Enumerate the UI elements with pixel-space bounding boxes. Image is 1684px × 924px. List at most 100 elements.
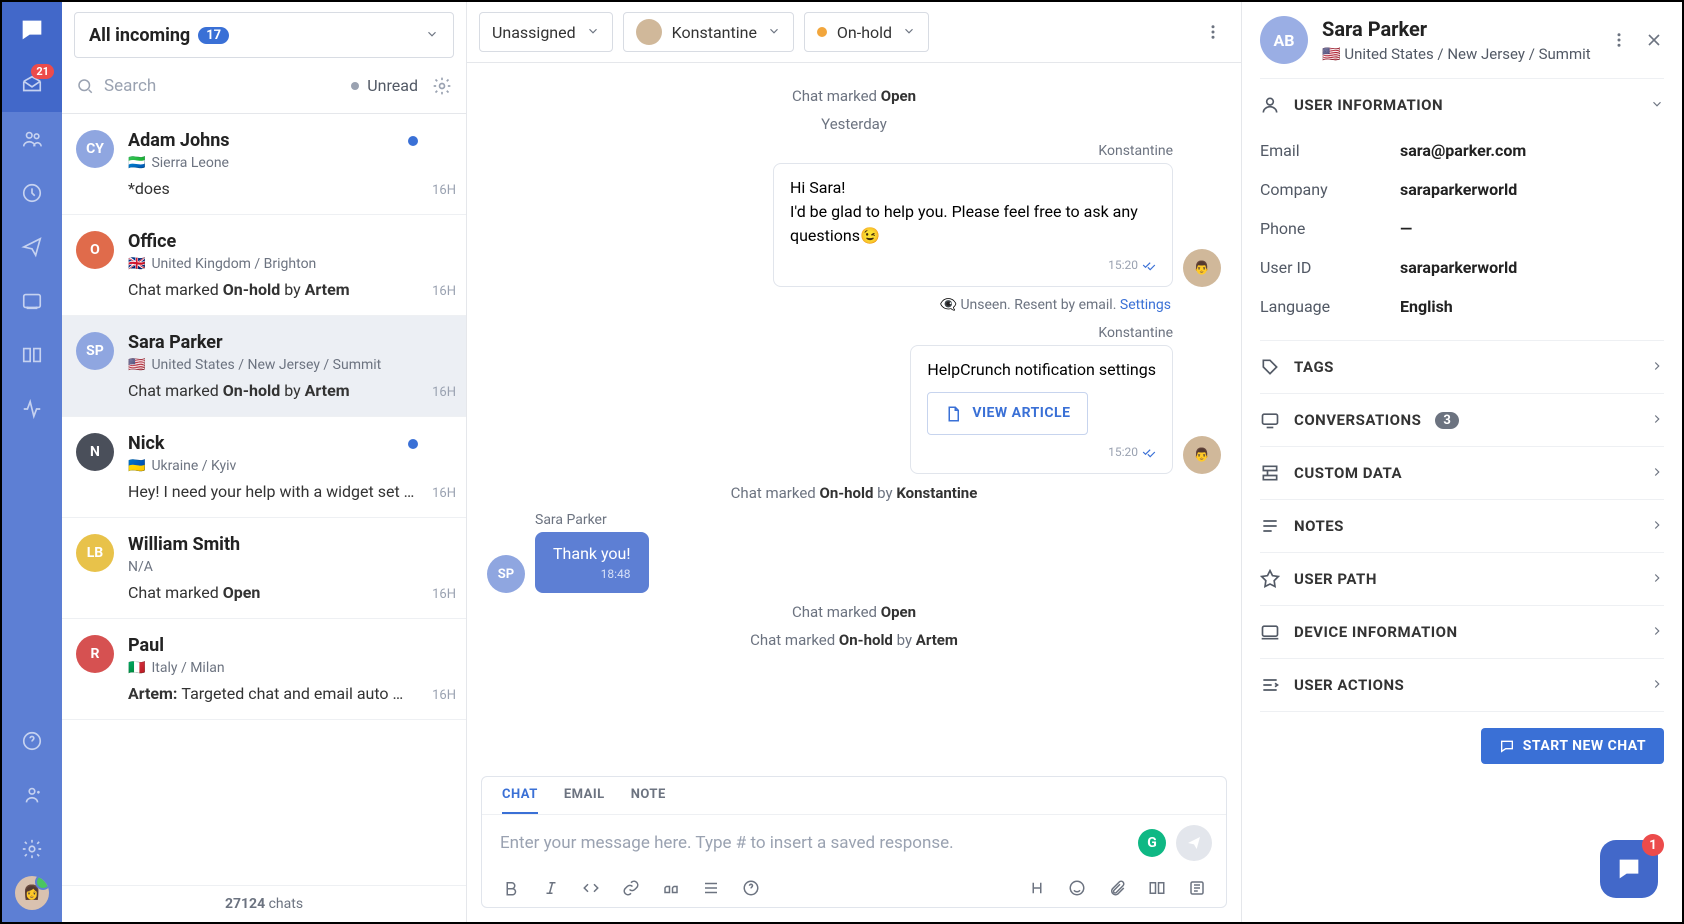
avatar: R	[76, 635, 114, 673]
sender-label: Konstantine	[910, 325, 1173, 341]
sidebar-nav: 21 👩	[2, 2, 62, 922]
agent-avatar-icon	[636, 19, 662, 45]
start-new-chat-button[interactable]: START NEW CHAT	[1481, 728, 1664, 764]
user-message: SP Sara Parker Thank you! 18:48	[487, 512, 1221, 593]
chevron-right-icon	[1650, 517, 1664, 536]
grammarly-icon[interactable]: G	[1138, 829, 1166, 857]
conv-name: Adam Johns	[128, 130, 230, 151]
app-logo[interactable]	[2, 2, 62, 58]
conversation-item[interactable]: CYAdam Johns🇸🇱Sierra Leone*does16H	[62, 114, 466, 215]
section-custom data[interactable]: CUSTOM DATA	[1260, 447, 1664, 499]
section-conversations[interactable]: CONVERSATIONS3	[1260, 394, 1664, 446]
help-icon[interactable]	[742, 879, 760, 897]
saved-response-icon[interactable]	[1028, 879, 1046, 897]
system-line: Chat marked On-hold by Artem	[487, 631, 1221, 649]
tab-email[interactable]: EMAIL	[564, 787, 605, 814]
conv-location: 🇬🇧United Kingdom / Brighton	[128, 256, 424, 272]
composer-toolbar	[482, 871, 1226, 907]
attachment-icon[interactable]	[1108, 879, 1126, 897]
agent-message: Konstantine Hi Sara! I'd be glad to help…	[487, 143, 1221, 287]
kb-icon[interactable]	[1148, 879, 1166, 897]
avatar: N	[76, 433, 114, 471]
unread-filter[interactable]: Unread	[351, 76, 418, 95]
tab-chat[interactable]: CHAT	[502, 787, 538, 814]
section-notes[interactable]: NOTES	[1260, 500, 1664, 552]
section-tags[interactable]: TAGS	[1260, 341, 1664, 393]
message-input[interactable]	[496, 823, 1138, 863]
chat-body[interactable]: Chat marked Open Yesterday Konstantine H…	[467, 63, 1241, 766]
agent-message: Konstantine HelpCrunch notification sett…	[487, 325, 1221, 474]
send-button[interactable]	[1176, 825, 1212, 861]
conv-preview: Chat marked Open	[128, 583, 424, 602]
user-name: Sara Parker	[1322, 17, 1591, 41]
status-dot-icon	[351, 82, 359, 90]
conversation-item[interactable]: SPSara Parker🇺🇸United States / New Jerse…	[62, 316, 466, 417]
nav-activity[interactable]	[2, 382, 62, 436]
more-icon[interactable]	[1197, 16, 1229, 48]
more-icon[interactable]	[1610, 31, 1628, 49]
emoji-icon[interactable]	[1068, 879, 1086, 897]
avatar: LB	[76, 534, 114, 572]
conversation-list[interactable]: CYAdam Johns🇸🇱Sierra Leone*does16HOOffic…	[62, 114, 466, 885]
nav-kb[interactable]	[2, 328, 62, 382]
search-row: Unread	[62, 58, 466, 114]
view-article-button[interactable]: VIEW ARTICLE	[927, 392, 1087, 435]
section-user-info[interactable]: USER INFORMATION	[1260, 79, 1664, 131]
chevron-down-icon	[767, 23, 781, 42]
assign-dropdown[interactable]: Unassigned	[479, 12, 613, 52]
nav-inbox[interactable]: 21	[2, 58, 62, 112]
conv-name: Sara Parker	[128, 332, 223, 353]
unseen-notice: 👁‍🗨 Unseen. Resent by email. Settings	[487, 297, 1171, 313]
chevron-down-icon	[425, 26, 439, 45]
tab-note[interactable]: NOTE	[631, 787, 666, 814]
nav-popup[interactable]	[2, 274, 62, 328]
bold-icon[interactable]	[502, 879, 520, 897]
message-time: 15:20	[927, 443, 1156, 461]
code-icon[interactable]	[582, 879, 600, 897]
inbox-badge: 21	[31, 64, 54, 79]
conversation-item[interactable]: OOffice🇬🇧United Kingdom / BrightonChat m…	[62, 215, 466, 316]
conv-time: 16H	[432, 688, 456, 703]
message-bubble: Hi Sara! I'd be glad to help you. Please…	[773, 163, 1173, 287]
section-user actions[interactable]: USER ACTIONS	[1260, 659, 1664, 711]
section-user path[interactable]: USER PATH	[1260, 553, 1664, 605]
agent-dropdown[interactable]: Konstantine	[623, 12, 794, 52]
list-icon[interactable]	[702, 879, 720, 897]
info-value: English	[1400, 297, 1453, 316]
nav-contacts[interactable]	[2, 112, 62, 166]
quote-icon[interactable]	[662, 879, 680, 897]
info-label: User ID	[1260, 258, 1400, 277]
nav-help[interactable]	[2, 714, 62, 768]
tag-icon	[1260, 357, 1280, 377]
nav-history[interactable]	[2, 166, 62, 220]
message-time: 18:48	[553, 567, 631, 581]
inbox-filter-dropdown[interactable]: All incoming 17	[74, 12, 454, 58]
read-check-icon	[1142, 445, 1156, 459]
note-icon[interactable]	[1188, 879, 1206, 897]
section-device information[interactable]: DEVICE INFORMATION	[1260, 606, 1664, 658]
status-dropdown[interactable]: On-hold	[804, 12, 929, 52]
custom-icon	[1260, 463, 1280, 483]
nav-settings[interactable]	[2, 822, 62, 876]
avatar: CY	[76, 130, 114, 168]
nav-team[interactable]	[2, 768, 62, 822]
floating-chat-button[interactable]: 1	[1600, 840, 1658, 898]
unseen-settings-link[interactable]: Settings	[1120, 297, 1171, 313]
close-icon[interactable]	[1644, 30, 1664, 50]
chevron-down-icon	[902, 23, 916, 42]
date-separator: Yesterday	[487, 115, 1221, 133]
link-icon[interactable]	[622, 879, 640, 897]
conv-preview: Chat marked On-hold by Artem	[128, 381, 424, 400]
chevron-right-icon	[1650, 464, 1664, 483]
gear-icon[interactable]	[432, 76, 452, 96]
italic-icon[interactable]	[542, 879, 560, 897]
conv-name: William Smith	[128, 534, 240, 555]
conv-location: 🇺🇦Ukraine / Kyiv	[128, 458, 424, 474]
conversation-item[interactable]: RPaul🇮🇹Italy / MilanArtem: Targeted chat…	[62, 619, 466, 720]
current-user-avatar[interactable]: 👩	[15, 876, 49, 910]
search-input[interactable]	[94, 76, 351, 96]
info-row: Companysaraparkerworld	[1260, 170, 1664, 209]
nav-send[interactable]	[2, 220, 62, 274]
conversation-item[interactable]: LBWilliam SmithN/AChat marked Open16H	[62, 518, 466, 619]
conversation-item[interactable]: NNick🇺🇦Ukraine / KyivHey! I need your he…	[62, 417, 466, 518]
